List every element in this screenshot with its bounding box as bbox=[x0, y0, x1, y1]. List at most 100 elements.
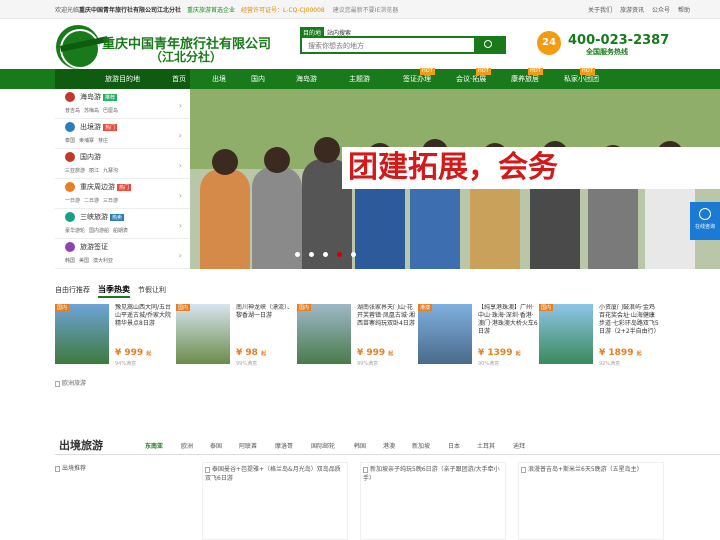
outbound-product-card[interactable]: 新加坡亲子纯玩5晚6日游（亲子跟团游/大手牵小手） bbox=[360, 462, 506, 540]
search-box bbox=[300, 36, 506, 54]
product-image[interactable] bbox=[55, 304, 109, 364]
carousel-dot[interactable] bbox=[351, 252, 356, 257]
sub-link[interactable]: 二日游 bbox=[84, 198, 99, 204]
tab-morocco[interactable]: 摩洛哥 bbox=[275, 441, 293, 450]
link-help[interactable]: 帮助 bbox=[678, 7, 690, 14]
tab-southeast-asia[interactable]: 东南亚 bbox=[145, 441, 163, 450]
product-card[interactable]: 国内 小资厦门鼓浪屿·金鸡百花奖会址·山海健康步道·七彩环岛路双飞5日游（2+2… bbox=[539, 304, 660, 372]
product-satisfaction: 90%满意 bbox=[478, 361, 500, 367]
europe-banner-image[interactable]: 欧洲旅游 bbox=[55, 378, 86, 387]
tab-europe[interactable]: 欧洲 bbox=[181, 441, 193, 450]
nav-island[interactable]: 海岛游 bbox=[296, 69, 317, 89]
carousel-dot[interactable] bbox=[295, 252, 300, 257]
tab-seasonal-hot[interactable]: 当季热卖 bbox=[98, 285, 130, 298]
product-price: ¥ 999 起 bbox=[357, 348, 394, 358]
category-item-visa[interactable]: 旅游签证 韩国 美国 澳大利亚 › bbox=[55, 239, 190, 269]
tab-dubai[interactable]: 迪拜 bbox=[513, 441, 525, 450]
price-value: 999 bbox=[124, 348, 144, 358]
tab-uae[interactable]: 阿联酋 bbox=[239, 441, 257, 450]
nav-destinations[interactable]: 旅游目的地 bbox=[55, 69, 190, 89]
sub-link[interactable]: 巴厘岛 bbox=[103, 108, 118, 114]
product-label: 国内 bbox=[539, 304, 554, 311]
link-about[interactable]: 关于我们 bbox=[588, 7, 612, 14]
product-card[interactable]: 港澳 【纯享港珠澳】广州·中山·珠海·深圳·香港·澳门·港珠澳大桥火车6日游 ¥… bbox=[418, 304, 539, 372]
sub-link[interactable]: 澳大利亚 bbox=[93, 258, 113, 264]
nav-domestic[interactable]: 国内 bbox=[251, 69, 265, 89]
product-label: 国内 bbox=[55, 304, 70, 311]
link-wechat[interactable]: 公众号 bbox=[652, 7, 670, 14]
carousel-dot-active[interactable] bbox=[337, 252, 342, 257]
tab-korea[interactable]: 韩国 bbox=[354, 441, 366, 450]
category-item-nearby[interactable]: 重庆周边游 热门 一日游 二日游 三日游 › bbox=[55, 179, 190, 209]
sub-link[interactable]: 国内游船 bbox=[89, 228, 109, 234]
outbound-product-card[interactable]: 浪漫普吉岛+斯米兰6天5晚游（五星岛主） bbox=[518, 462, 664, 540]
price-unit: 起 bbox=[515, 351, 521, 357]
product-image[interactable] bbox=[297, 304, 351, 364]
search-button[interactable] bbox=[474, 38, 504, 52]
sub-link[interactable]: 三日游 bbox=[103, 198, 118, 204]
sub-link[interactable]: 柬埔寨 bbox=[79, 138, 94, 144]
sub-link[interactable]: 九寨沟 bbox=[103, 168, 118, 174]
tab-japan[interactable]: 日本 bbox=[448, 441, 460, 450]
outbound-product-card[interactable]: 泰国曼谷+芭提雅+（格兰岛&月光岛）双岛品质双飞6日游 bbox=[202, 462, 348, 540]
nav-outbound[interactable]: 出境 bbox=[212, 69, 226, 89]
hero-banner[interactable]: 团建拓展，会务 bbox=[190, 89, 720, 269]
product-price: ¥ 999 起 bbox=[115, 348, 152, 358]
passport-icon bbox=[65, 242, 75, 252]
category-badge: 推荐 bbox=[103, 94, 118, 101]
product-image[interactable] bbox=[539, 304, 593, 364]
chevron-right-icon: › bbox=[178, 161, 182, 170]
online-service-label: 在线咨询 bbox=[694, 224, 715, 230]
tab-free-travel[interactable]: 自由行推荐 bbox=[55, 286, 90, 294]
product-card[interactable]: 国内 湖南张家界天门山·花开芙蓉镇·凤凰古城·湘西苗寨纯玩双卧4日游 ¥ 999… bbox=[297, 304, 418, 372]
link-news[interactable]: 旅游资讯 bbox=[620, 7, 644, 14]
sub-link[interactable]: 芽庄 bbox=[98, 138, 108, 144]
sub-link[interactable]: 普吉岛 bbox=[65, 108, 80, 114]
search-input[interactable] bbox=[308, 40, 468, 52]
image-alt-text: 出境推荐 bbox=[62, 465, 87, 472]
sub-link[interactable]: 苏梅岛 bbox=[84, 108, 99, 114]
product-title[interactable]: 小资厦门鼓浪屿·金鸡百花奖会址·山海健康步道·七彩环岛路双飞5日游（2+2半自由… bbox=[599, 304, 659, 338]
product-title[interactable]: 豫见嵩山西大同/五台山平遥古城/乔家大院精华景点8日游 bbox=[115, 304, 175, 338]
nav-private-hot-badge: HOT bbox=[580, 68, 595, 75]
tab-hk-macau[interactable]: 港澳 bbox=[383, 441, 395, 450]
tab-holiday-deals[interactable]: 节假让利 bbox=[138, 286, 166, 294]
sub-link[interactable]: 韩国 bbox=[65, 258, 75, 264]
category-item-outbound[interactable]: 出境游 热门 泰国 柬埔寨 芽庄 › bbox=[55, 119, 190, 149]
sub-link[interactable]: 三亚旅游 bbox=[65, 168, 85, 174]
product-title[interactable]: 湖南张家界天门山·花开芙蓉镇·凤凰古城·湘西苗寨纯玩双卧4日游 bbox=[357, 304, 417, 338]
product-image[interactable]: 新加坡亲子纯玩5晚6日游（亲子跟团游/大手牵小手） bbox=[363, 465, 503, 483]
sub-link[interactable]: 一日游 bbox=[65, 198, 80, 204]
product-card[interactable]: 国内 南川神龙峡（漂流）、黎香湖一日游 ¥ 98 起 99%满意 bbox=[176, 304, 297, 372]
product-satisfaction: 99%满意 bbox=[357, 361, 379, 367]
carousel-dot[interactable] bbox=[309, 252, 314, 257]
sub-link[interactable]: 豪华游轮 bbox=[65, 228, 85, 234]
tab-thailand[interactable]: 泰国 bbox=[210, 441, 222, 450]
product-image[interactable] bbox=[176, 304, 230, 364]
tab-cruise[interactable]: 国际邮轮 bbox=[311, 441, 335, 450]
sub-link[interactable]: 美国 bbox=[79, 258, 89, 264]
product-title[interactable]: 南川神龙峡（漂流）、黎香湖一日游 bbox=[236, 304, 296, 338]
product-card[interactable]: 国内 豫见嵩山西大同/五台山平遥古城/乔家大院精华景点8日游 ¥ 999 起 9… bbox=[55, 304, 176, 372]
category-subs: 三亚旅游 丽江 九寨沟 bbox=[65, 167, 122, 174]
product-image[interactable] bbox=[418, 304, 472, 364]
category-item-island[interactable]: 海岛游 推荐 普吉岛 苏梅岛 巴厘岛 › bbox=[55, 89, 190, 119]
tab-turkey[interactable]: 土耳其 bbox=[477, 441, 495, 450]
price-unit: 起 bbox=[261, 351, 267, 357]
category-item-domestic[interactable]: 国内游 三亚旅游 丽江 九寨沟 › bbox=[55, 149, 190, 179]
outbound-featured-image[interactable]: 出境推荐 bbox=[55, 464, 195, 473]
nav-home[interactable]: 首页 bbox=[172, 69, 186, 89]
category-name: 国内游 bbox=[80, 153, 101, 161]
product-title[interactable]: 【纯享港珠澳】广州·中山·珠海·深圳·香港·澳门·港珠澳大桥火车6日游 bbox=[478, 304, 538, 338]
product-image[interactable]: 泰国曼谷+芭提雅+（格兰岛&月光岛）双岛品质双飞6日游 bbox=[205, 465, 345, 483]
category-item-three-gorges[interactable]: 三峡旅游 热卖 豪华游轮 国内游船 船期表 › bbox=[55, 209, 190, 239]
category-name: 旅游签证 bbox=[80, 243, 108, 251]
sub-link[interactable]: 船期表 bbox=[113, 228, 128, 234]
carousel-dot[interactable] bbox=[323, 252, 328, 257]
sub-link[interactable]: 丽江 bbox=[89, 168, 99, 174]
product-image[interactable]: 浪漫普吉岛+斯米兰6天5晚游（五星岛主） bbox=[521, 465, 661, 474]
nav-theme[interactable]: 主题游 bbox=[349, 69, 370, 89]
online-service-button[interactable]: 在线咨询 bbox=[690, 202, 720, 240]
tab-singapore[interactable]: 新加坡 bbox=[412, 441, 430, 450]
sub-link[interactable]: 泰国 bbox=[65, 138, 75, 144]
